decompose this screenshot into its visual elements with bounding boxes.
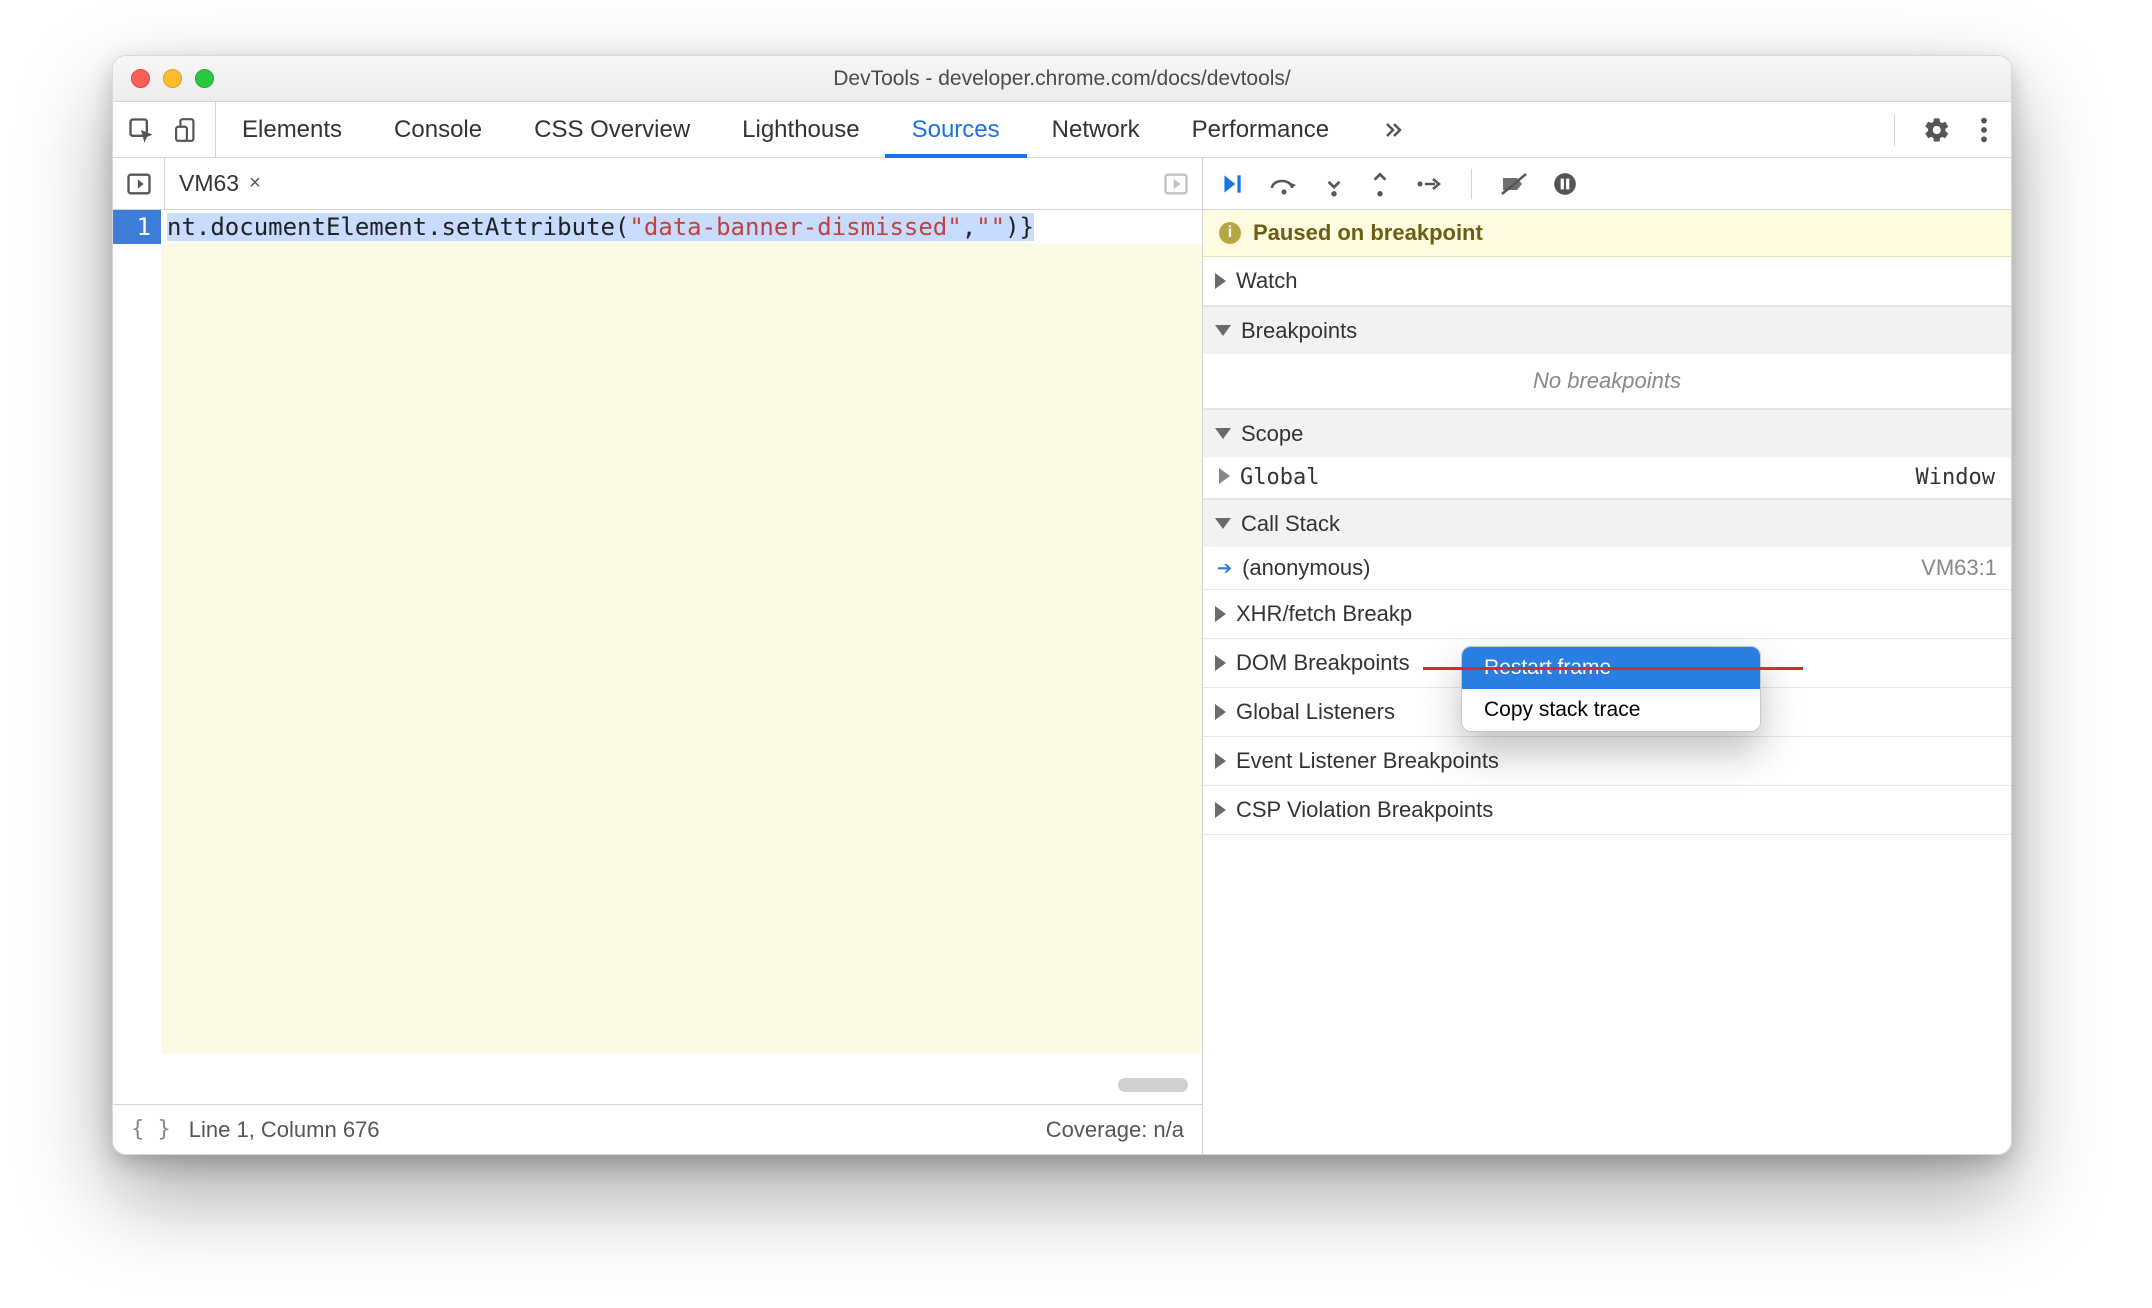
file-tab-bar: VM63 × xyxy=(113,158,1202,210)
debugger-toolbar xyxy=(1203,158,2011,210)
call-stack-context-menu: Restart frame Copy stack trace xyxy=(1461,646,1761,732)
section-csp-violation-breakpoints[interactable]: CSP Violation Breakpoints xyxy=(1203,786,2011,834)
close-icon[interactable]: × xyxy=(249,172,261,195)
settings-icon[interactable] xyxy=(1923,116,1951,144)
coverage-status: Coverage: n/a xyxy=(1046,1117,1184,1143)
traffic-lights xyxy=(131,69,214,88)
step-over-icon[interactable] xyxy=(1269,171,1299,197)
cursor-position: Line 1, Column 676 xyxy=(189,1117,380,1143)
tab-sources[interactable]: Sources xyxy=(886,102,1026,157)
tab-network[interactable]: Network xyxy=(1026,102,1166,157)
call-frame-location: VM63:1 xyxy=(1921,555,1997,581)
run-snippet-icon[interactable] xyxy=(1150,170,1202,198)
pretty-print-button[interactable]: { } xyxy=(131,1117,171,1142)
section-call-stack[interactable]: Call Stack xyxy=(1203,499,2011,547)
deactivate-breakpoints-icon[interactable] xyxy=(1500,171,1528,197)
call-stack-frame[interactable]: ➔ (anonymous) VM63:1 xyxy=(1203,547,2011,589)
tab-css-overview[interactable]: CSS Overview xyxy=(508,102,716,157)
chevron-double-right-icon xyxy=(1381,118,1405,142)
step-icon[interactable] xyxy=(1415,171,1443,197)
file-tab-label: VM63 xyxy=(179,170,239,197)
show-navigator-icon[interactable] xyxy=(113,158,165,210)
tab-console[interactable]: Console xyxy=(368,102,508,157)
current-frame-arrow-icon: ➔ xyxy=(1217,558,1232,579)
editor-status-bar: { } Line 1, Column 676 Coverage: n/a xyxy=(113,1104,1202,1154)
file-tab-vm63[interactable]: VM63 × xyxy=(165,158,275,209)
zoom-window-button[interactable] xyxy=(195,69,214,88)
panel-tab-bar: Elements Console CSS Overview Lighthouse… xyxy=(113,102,2011,158)
scope-global-value: Window xyxy=(1916,465,1995,490)
tab-elements[interactable]: Elements xyxy=(216,102,368,157)
titlebar: DevTools - developer.chrome.com/docs/dev… xyxy=(113,56,2011,102)
minimize-window-button[interactable] xyxy=(163,69,182,88)
sources-editor-pane: VM63 × 1 nt.documentElement.setAttribute… xyxy=(113,158,1203,1154)
paused-message: Paused on breakpoint xyxy=(1253,220,1483,246)
context-menu-copy-stack-trace[interactable]: Copy stack trace xyxy=(1462,689,1760,731)
resume-icon[interactable] xyxy=(1219,171,1245,197)
strikethrough-annotation xyxy=(1423,667,1803,670)
device-toolbar-icon[interactable] xyxy=(175,116,201,144)
horizontal-scrollbar[interactable] xyxy=(161,1078,1202,1094)
section-xhr-breakpoints[interactable]: XHR/fetch Breakp xyxy=(1203,590,2011,638)
section-watch[interactable]: Watch xyxy=(1203,257,2011,305)
scope-global-row[interactable]: Global Window xyxy=(1203,457,2011,498)
info-icon: i xyxy=(1219,222,1241,244)
no-breakpoints-label: No breakpoints xyxy=(1203,354,2011,408)
close-window-button[interactable] xyxy=(131,69,150,88)
tab-lighthouse[interactable]: Lighthouse xyxy=(716,102,885,157)
tab-performance[interactable]: Performance xyxy=(1166,102,1355,157)
paused-info-strip: i Paused on breakpoint xyxy=(1203,210,2011,257)
more-menu-icon[interactable] xyxy=(1979,116,1989,144)
window-title: DevTools - developer.chrome.com/docs/dev… xyxy=(113,67,2011,91)
section-event-listener-breakpoints[interactable]: Event Listener Breakpoints xyxy=(1203,737,2011,785)
section-scope[interactable]: Scope xyxy=(1203,409,2011,457)
devtools-window: DevTools - developer.chrome.com/docs/dev… xyxy=(112,55,2012,1155)
code-editor[interactable]: 1 nt.documentElement.setAttribute("data-… xyxy=(113,210,1202,1104)
step-into-icon[interactable] xyxy=(1323,171,1345,197)
step-out-icon[interactable] xyxy=(1369,171,1391,197)
code-line: nt.documentElement.setAttribute("data-ba… xyxy=(167,210,1034,244)
line-number: 1 xyxy=(113,210,157,244)
tab-overflow[interactable] xyxy=(1355,102,1431,157)
pause-on-exceptions-icon[interactable] xyxy=(1552,171,1578,197)
call-frame-name: (anonymous) xyxy=(1242,555,1370,581)
section-breakpoints[interactable]: Breakpoints xyxy=(1203,306,2011,354)
inspect-element-icon[interactable] xyxy=(127,116,155,144)
